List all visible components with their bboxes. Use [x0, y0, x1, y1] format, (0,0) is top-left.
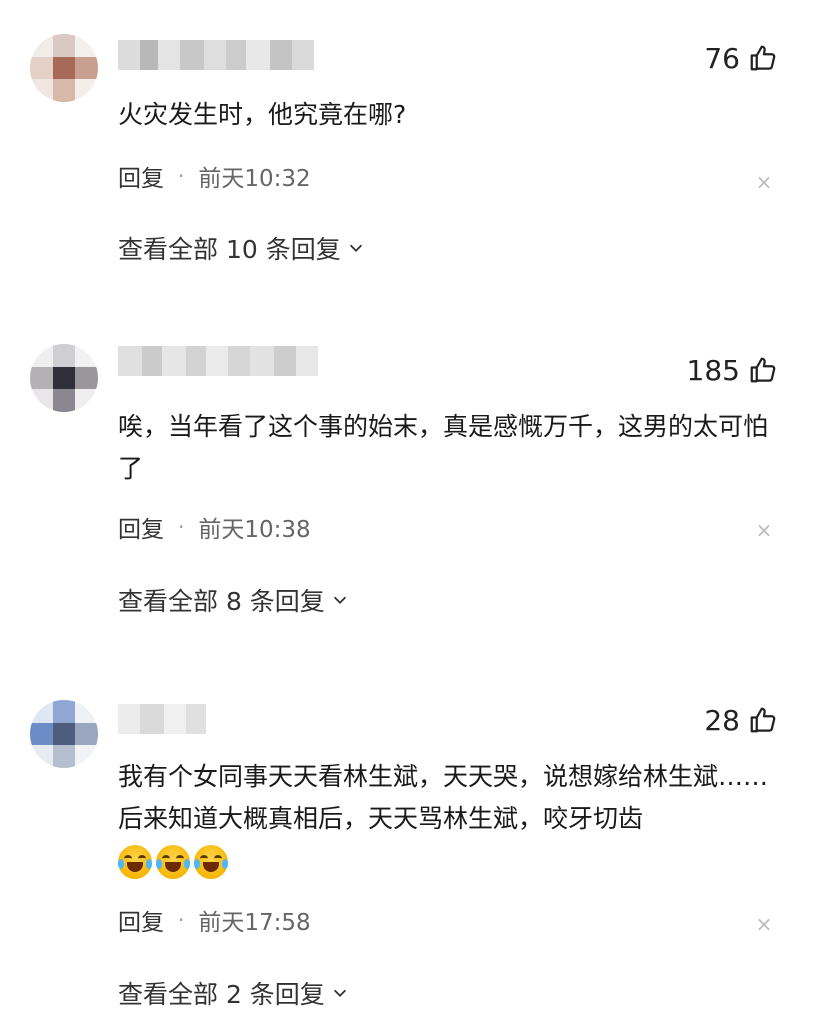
avatar[interactable]	[30, 34, 98, 102]
like-count-label: 28	[704, 703, 740, 737]
timestamp: 前天10:38	[198, 517, 311, 543]
comment-text-body: 我有个女同事天天看林生斌，天天哭，说想嫁给林生斌……后来知道大概真相后，天天骂林…	[118, 762, 769, 833]
like-count[interactable]: 185	[687, 352, 778, 388]
comment-meta: 回复 · 前天17:58	[118, 904, 311, 936]
timestamp: 前天10:32	[198, 166, 311, 192]
view-all-replies-label: 查看全部 2 条回复	[118, 980, 325, 1009]
like-count-label: 185	[686, 353, 740, 387]
comment-meta: 回复 · 前天10:32	[118, 160, 311, 192]
comment-text: 我有个女同事天天看林生斌，天天哭，说想嫁给林生斌……后来知道大概真相后，天天骂林…	[118, 756, 786, 882]
comment-text: 火灾发生时，他究竟在哪?	[118, 100, 407, 129]
like-count[interactable]: 28	[704, 702, 778, 738]
username-blurred[interactable]	[118, 40, 314, 70]
like-count[interactable]: 76	[704, 40, 778, 76]
like-count-label: 76	[704, 41, 740, 75]
close-icon[interactable]: ×	[754, 520, 774, 540]
comment-text: 唉，当年看了这个事的始末，真是感慨万千，这男的太可怕了	[118, 412, 769, 483]
reply-button[interactable]: 回复	[118, 159, 164, 193]
avatar[interactable]	[30, 700, 98, 768]
view-all-replies-button[interactable]: 查看全部 10 条回复	[118, 230, 365, 266]
username-blurred[interactable]	[118, 704, 206, 734]
view-all-replies-label: 查看全部 8 条回复	[118, 587, 325, 616]
close-icon[interactable]: ×	[754, 172, 774, 192]
chevron-down-icon	[333, 989, 346, 997]
avatar[interactable]	[30, 344, 98, 412]
emoji-row	[118, 845, 228, 879]
separator-dot: ·	[178, 908, 185, 932]
timestamp: 前天17:58	[198, 910, 311, 936]
thumbs-up-icon[interactable]	[748, 355, 778, 385]
chevron-down-icon	[349, 244, 362, 252]
thumbs-up-icon[interactable]	[748, 43, 778, 73]
comment-meta: 回复 · 前天10:38	[118, 511, 311, 543]
reply-button[interactable]: 回复	[118, 903, 164, 937]
close-icon[interactable]: ×	[754, 914, 774, 934]
laugh-cry-emoji	[118, 845, 152, 879]
chevron-down-icon	[333, 596, 346, 604]
view-all-replies-button[interactable]: 查看全部 2 条回复	[118, 975, 349, 1011]
view-all-replies-button[interactable]: 查看全部 8 条回复	[118, 582, 349, 618]
separator-dot: ·	[178, 164, 185, 188]
separator-dot: ·	[178, 515, 185, 539]
thumbs-up-icon[interactable]	[748, 705, 778, 735]
laugh-cry-emoji	[194, 845, 228, 879]
view-all-replies-label: 查看全部 10 条回复	[118, 235, 341, 264]
reply-button[interactable]: 回复	[118, 510, 164, 544]
username-blurred[interactable]	[118, 346, 318, 376]
laugh-cry-emoji	[156, 845, 190, 879]
